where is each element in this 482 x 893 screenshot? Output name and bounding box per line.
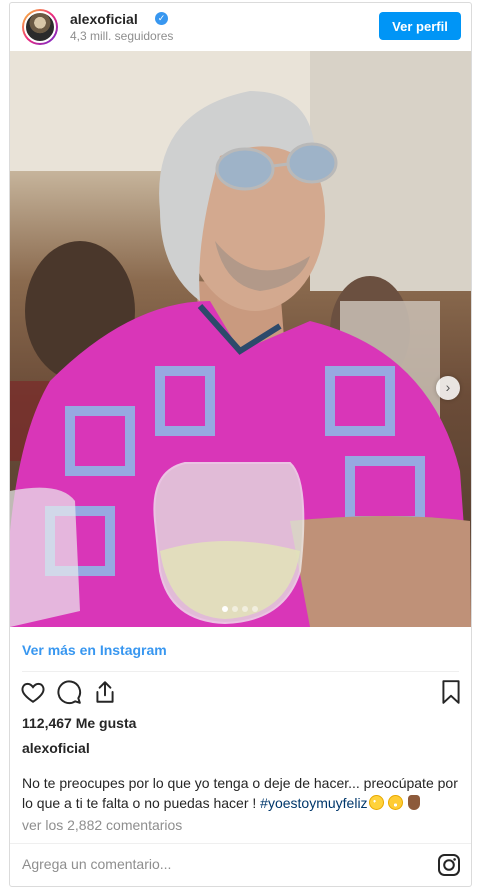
followers-count: 4,3 mill. seguidores [70,29,174,43]
comment-icon[interactable] [56,679,82,705]
view-profile-button[interactable]: Ver perfil [379,12,461,40]
share-icon[interactable] [92,679,118,705]
post-caption: No te preocupes por lo que yo tenga o de… [22,773,462,813]
carousel-dot [242,606,248,612]
view-comments-link[interactable]: ver los 2,882 comentarios [22,817,182,833]
username[interactable]: alexoficial [70,11,138,27]
see-more-link[interactable]: Ver más en Instagram [22,642,167,658]
verified-badge-icon: ✓ [155,12,168,25]
avatar[interactable] [22,9,58,45]
action-bar [20,679,461,707]
divider [10,843,471,844]
bookmark-icon[interactable] [438,679,464,705]
hashtag-link[interactable]: #yoestoymuyfeliz [260,795,367,811]
divider [22,671,459,672]
likes-count[interactable]: 112,467 Me gusta [22,715,136,731]
post-photo[interactable]: › [10,51,471,627]
victory-hand-emoji-icon [408,795,421,810]
photo-illustration [10,51,471,627]
instagram-icon[interactable] [437,853,461,877]
carousel-dot [252,606,258,612]
grimacing-face-emoji-icon [388,795,404,810]
instagram-embed-card: alexoficial ✓ 4,3 mill. seguidores Ver p… [9,2,472,887]
post-author[interactable]: alexoficial [22,740,90,756]
heart-icon[interactable] [20,679,46,705]
add-comment-input[interactable]: Agrega un comentario... [22,856,171,872]
post-header: alexoficial ✓ 4,3 mill. seguidores Ver p… [10,3,471,51]
carousel-dot [232,606,238,612]
carousel-dot [222,606,228,612]
carousel-next-button[interactable]: › [436,376,460,400]
carousel-indicator [222,606,258,612]
winking-face-emoji-icon [368,795,384,810]
